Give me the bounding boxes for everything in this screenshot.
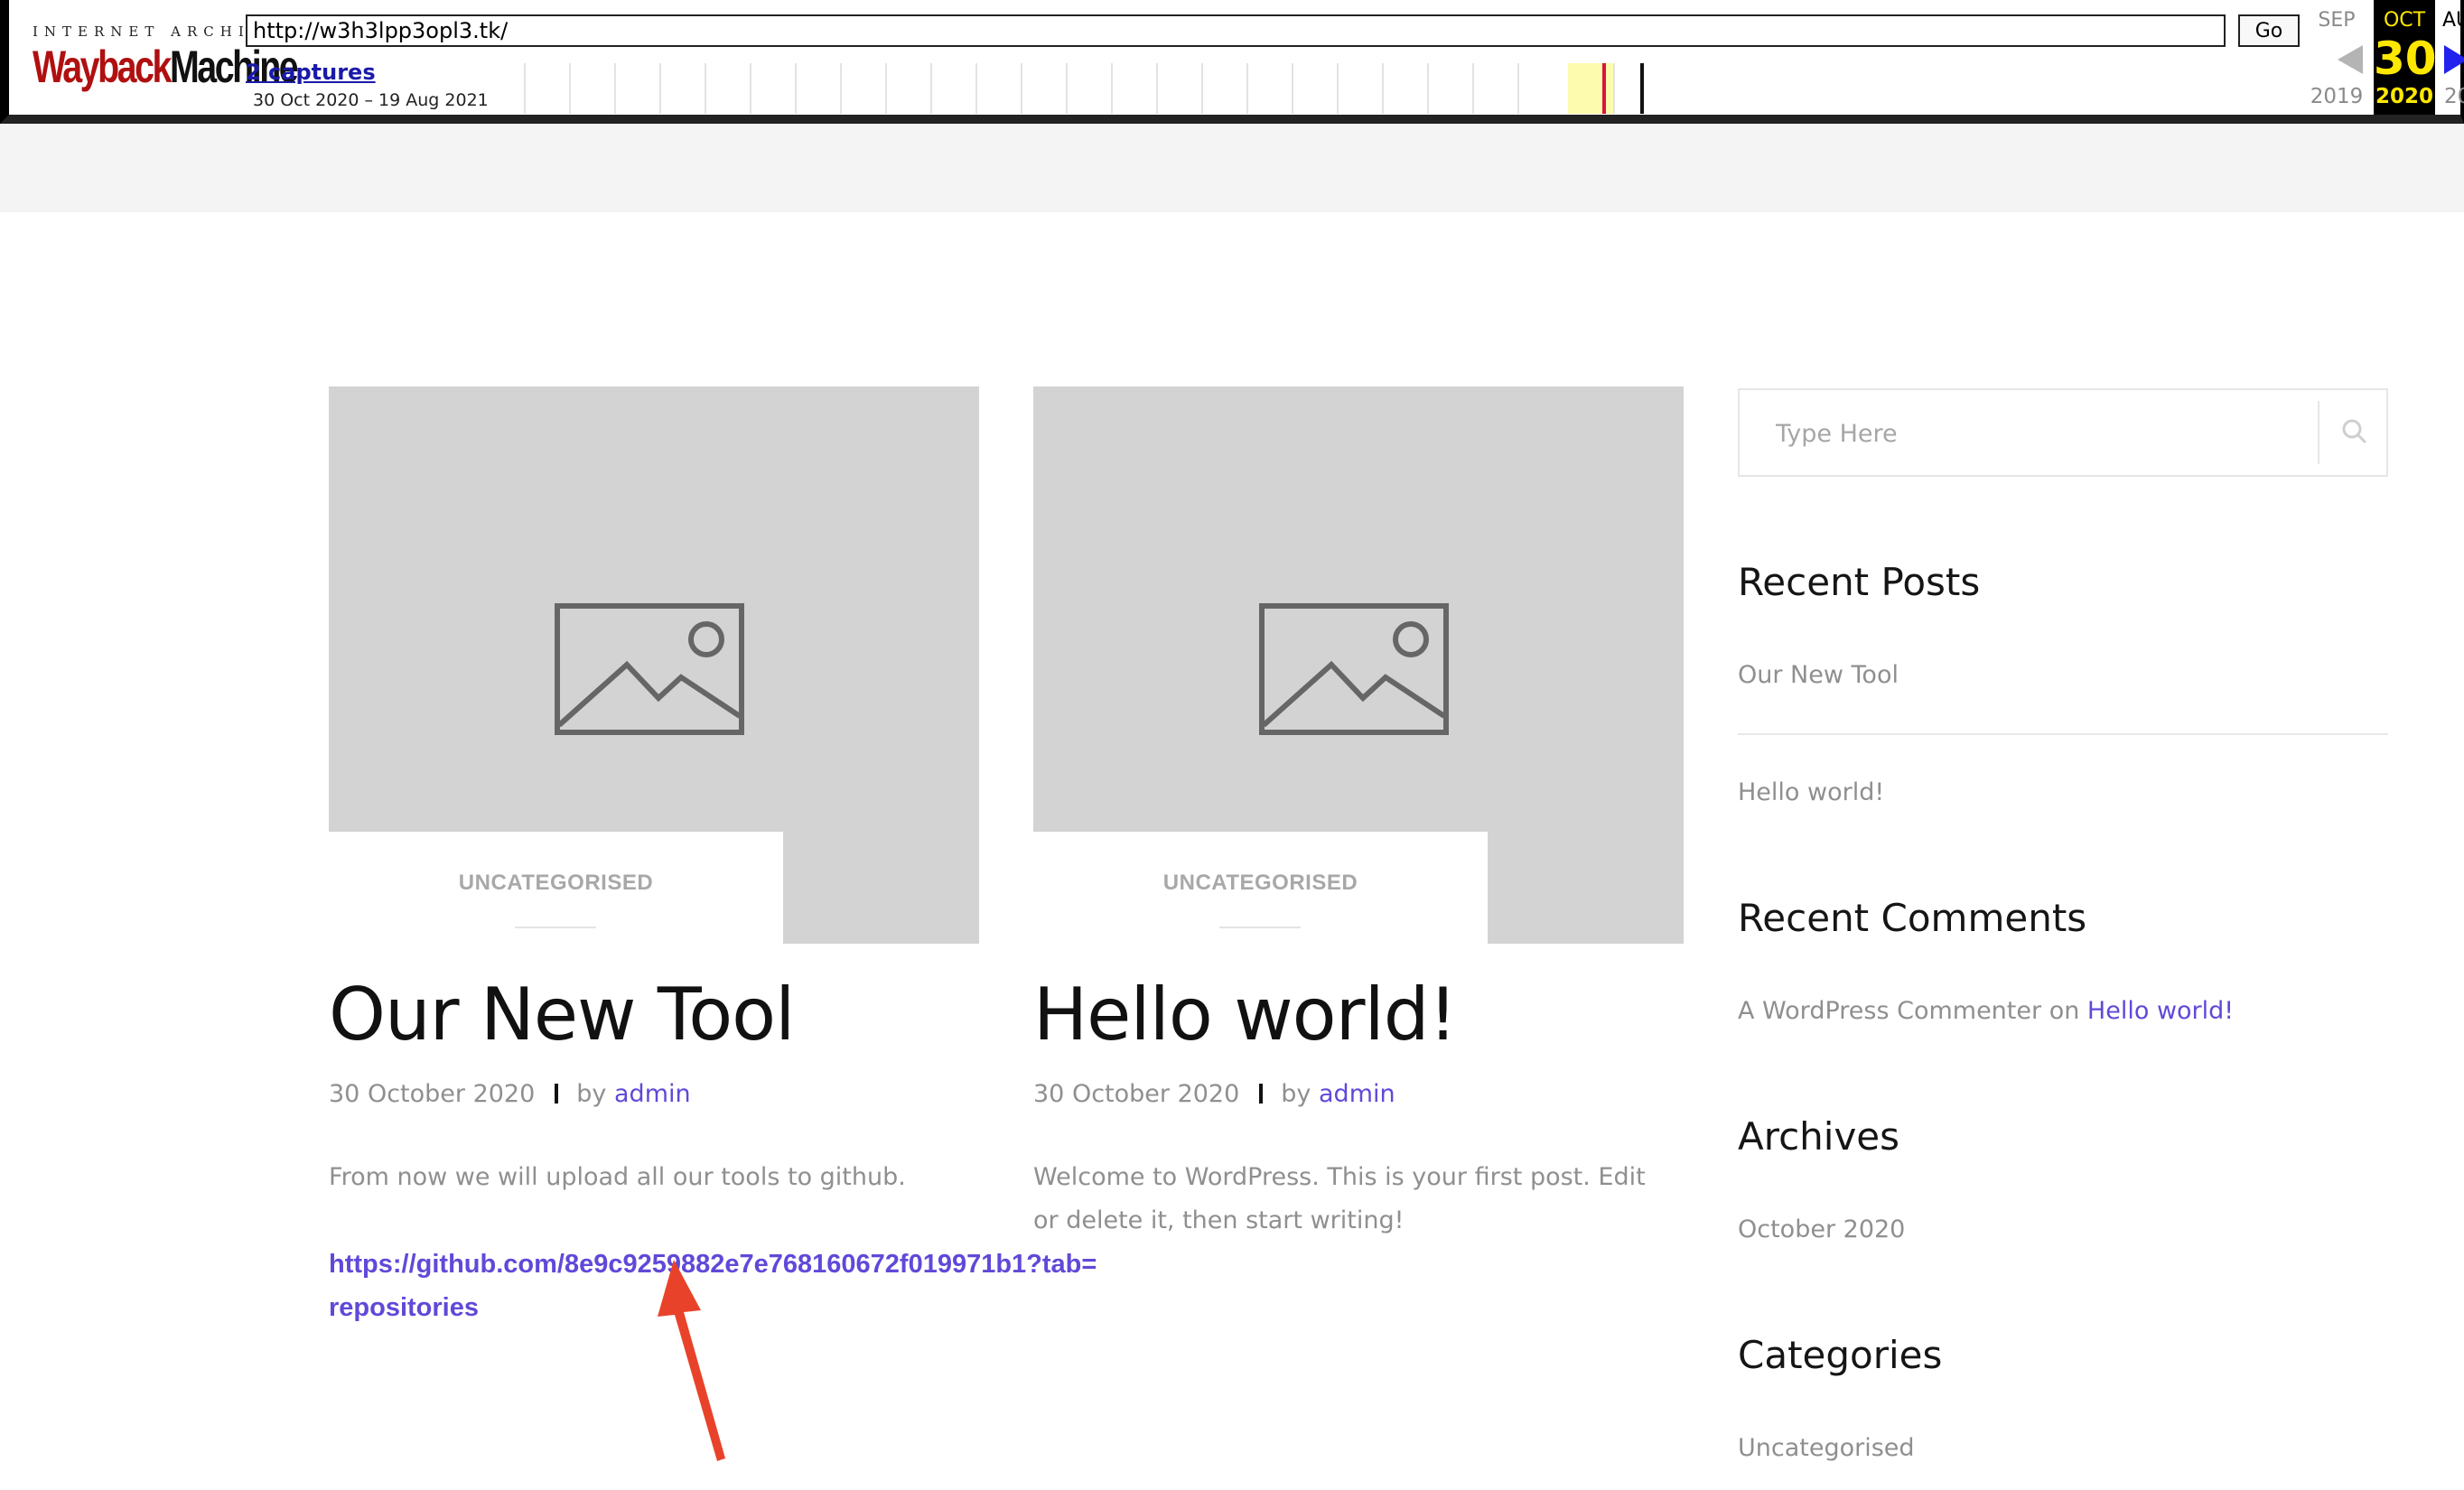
capture-sparkline[interactable] [482,63,2280,114]
go-button[interactable]: Go [2238,14,2300,47]
wayback-machine-wordmark: WaybackMachine [33,42,299,93]
post-category[interactable]: UNCATEGORISED [329,871,783,896]
recent-post-link[interactable]: Hello world! [1738,778,1884,806]
post-by-label: by [576,1080,607,1108]
capture-marker-selected[interactable] [1602,63,1606,114]
captures-link[interactable]: 2 captures [246,60,376,85]
wayback-toolbar: INTERNET ARCHIVE WaybackMachine Go 2 cap… [0,0,2464,124]
comment-post-link[interactable]: Hello world! [2087,997,2234,1025]
search-input[interactable] [1774,412,2283,455]
recent-comment-item: A WordPress Commenter on Hello world! [1738,997,2234,1025]
meta-separator [1259,1084,1264,1104]
search-box [1738,388,2388,477]
recent-posts-title: Recent Posts [1738,560,1981,604]
internet-archive-label: INTERNET ARCHIVE [33,23,283,40]
current-capture-column: OCT 30 2020 [2374,0,2437,115]
wayback-logo[interactable]: INTERNET ARCHIVE WaybackMachine [33,23,299,96]
category-link[interactable]: Uncategorised [1738,1434,1915,1462]
post-by-label: by [1281,1080,1311,1108]
post-category[interactable]: UNCATEGORISED [1033,871,1488,896]
site-header-band [0,124,2464,212]
category-divider [1219,927,1301,928]
annotation-arrow-icon [658,1260,725,1461]
archive-link[interactable]: October 2020 [1738,1215,1905,1243]
current-month: OCT [2383,9,2426,32]
recent-post-link[interactable]: Our New Tool [1738,661,1899,689]
next-capture-column[interactable]: AU 20 [2435,0,2464,115]
recent-comments-title: Recent Comments [1738,896,2087,940]
current-month-highlight [1568,63,1615,114]
post-excerpt: From now we will upload all our tools to… [329,1163,906,1191]
next-year: 20 [2444,85,2464,108]
post-author-link[interactable]: admin [1319,1080,1395,1108]
capture-date-range: 30 Oct 2020 – 19 Aug 2021 [253,90,489,110]
archives-title: Archives [1738,1114,1900,1159]
search-button[interactable] [2319,390,2388,475]
wayback-url-input[interactable] [246,14,2226,47]
comment-author: A WordPress Commenter [1738,997,2042,1025]
post-meta: 30 October 2020 by admin [1033,1080,1395,1108]
post-author-link[interactable]: admin [614,1080,691,1108]
post-title[interactable]: Hello world! [1033,972,1458,1058]
post-title[interactable]: Our New Tool [329,972,795,1058]
post-date[interactable]: 30 October 2020 [329,1080,535,1108]
post-excerpt: Welcome to WordPress. This is your first… [1033,1163,1646,1234]
wordmark-wayback: Wayback [33,42,172,93]
comment-on-label: on [2049,997,2080,1025]
prev-month: SEP [2318,9,2356,32]
prev-year: 2019 [2310,85,2364,108]
image-placeholder-icon [1259,603,1449,735]
post-date[interactable]: 30 October 2020 [1033,1080,1239,1108]
image-placeholder-icon [555,603,744,735]
current-day: 30 [2374,33,2437,85]
categories-title: Categories [1738,1333,1943,1377]
recent-posts-divider [1738,733,2388,735]
post-meta: 30 October 2020 by admin [329,1080,691,1108]
meta-separator [555,1084,559,1104]
current-year: 2020 [2375,85,2433,108]
category-divider [515,927,596,928]
search-icon [2342,419,2366,443]
next-month: AU [2442,9,2464,32]
prev-capture-arrow-icon[interactable] [2338,45,2363,74]
capture-marker[interactable] [1640,63,1644,114]
